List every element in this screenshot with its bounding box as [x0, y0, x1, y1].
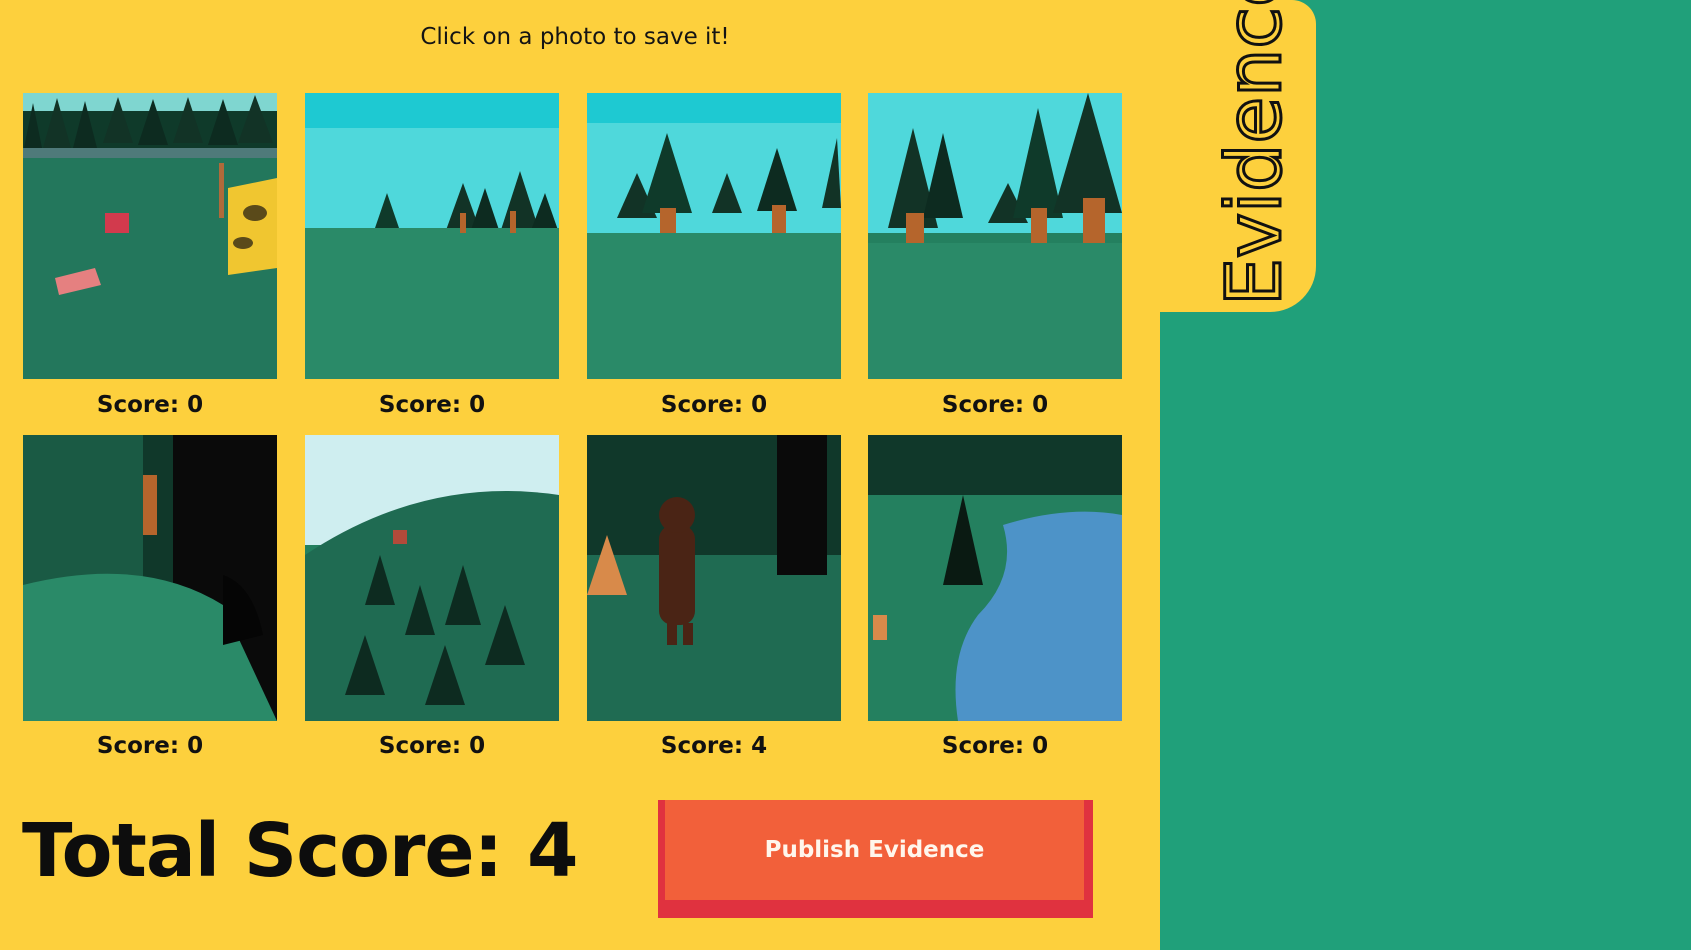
photo-1[interactable]	[23, 93, 277, 379]
photo-6-score: Score: 0	[378, 733, 486, 759]
photo-5-image	[23, 435, 277, 721]
publish-button-label: Publish Evidence	[764, 837, 985, 863]
photo-3-image	[587, 93, 841, 379]
photo-8-score: Score: 0	[941, 733, 1049, 759]
photo-7-score: Score: 4	[660, 733, 768, 759]
photo-4[interactable]	[868, 93, 1122, 379]
total-score: Total Score: 4	[22, 808, 578, 894]
photo-3-score: Score: 0	[660, 392, 768, 418]
photo-6[interactable]	[305, 435, 559, 721]
photo-5-score: Score: 0	[96, 733, 204, 759]
photo-5[interactable]	[23, 435, 277, 721]
photo-3[interactable]	[587, 93, 841, 379]
photo-1-score: Score: 0	[96, 392, 204, 418]
photo-7[interactable]	[587, 435, 841, 721]
svg-text:Evidence: Evidence	[1209, 0, 1298, 306]
publish-evidence-button[interactable]: Publish Evidence	[658, 800, 1093, 918]
photo-1-image	[23, 93, 277, 379]
photo-6-image	[305, 435, 559, 721]
photo-7-image	[587, 435, 841, 721]
photo-8[interactable]	[868, 435, 1122, 721]
photo-2-score: Score: 0	[378, 392, 486, 418]
photo-4-score: Score: 0	[941, 392, 1049, 418]
instruction-text: Click on a photo to save it!	[420, 24, 730, 50]
photo-8-image	[868, 435, 1122, 721]
photo-2[interactable]	[305, 93, 559, 379]
evidence-tab-label: Evidence	[1208, 0, 1300, 308]
publish-button-face[interactable]: Publish Evidence	[665, 800, 1084, 900]
photo-2-image	[305, 93, 559, 379]
photo-4-image	[868, 93, 1122, 379]
